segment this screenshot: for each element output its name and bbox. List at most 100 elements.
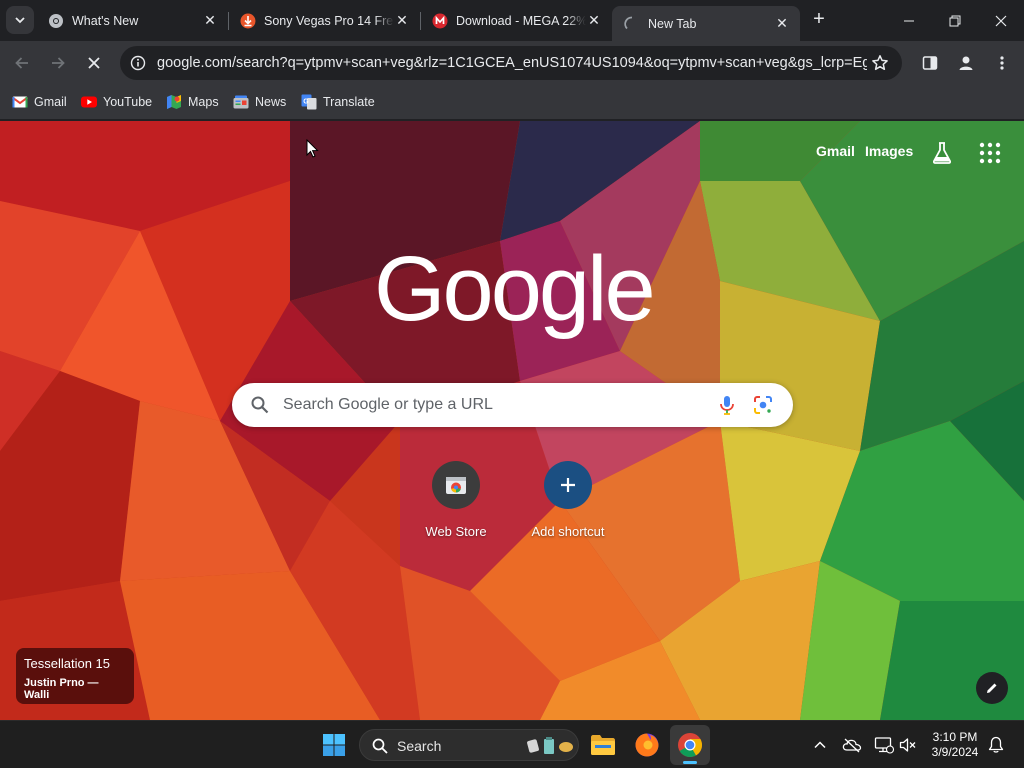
translate-icon: G	[301, 94, 317, 110]
start-button[interactable]	[314, 725, 354, 765]
tray-volume[interactable]	[896, 733, 920, 757]
tab-mega-download[interactable]: Download - MEGA 22% ✕	[420, 0, 612, 41]
bookmarks-bar: Gmail YouTube Maps News G Translate	[0, 85, 1024, 120]
google-logo: Google	[374, 238, 656, 340]
shortcut-web-store[interactable]: Web Store	[400, 461, 512, 551]
taskbar-chrome[interactable]	[670, 725, 710, 765]
network-icon	[874, 737, 894, 754]
taskbar-search-box[interactable]: Search	[359, 729, 579, 761]
taskbar-firefox[interactable]	[627, 725, 667, 765]
bookmark-youtube[interactable]: YouTube	[81, 92, 152, 112]
labs-flask-icon[interactable]	[930, 141, 954, 165]
minimize-button[interactable]	[886, 0, 932, 41]
windows-logo-icon	[323, 734, 345, 756]
address-bar[interactable]: google.com/search?q=ytpmv+scan+veg&rlz=1…	[120, 46, 902, 80]
restore-button[interactable]	[932, 0, 978, 41]
close-icon	[88, 57, 100, 69]
bookmark-news[interactable]: News	[233, 92, 286, 112]
search-icon	[372, 738, 388, 754]
shortcut-add[interactable]: Add shortcut	[512, 461, 624, 551]
pencil-icon	[987, 683, 997, 693]
tray-onedrive[interactable]	[840, 733, 864, 757]
bookmark-translate[interactable]: G Translate	[301, 92, 375, 112]
loading-spinner-icon	[624, 16, 640, 32]
browser-toolbar: google.com/search?q=ytpmv+scan+veg&rlz=1…	[0, 41, 1024, 85]
attribution-title: Tessellation 15	[24, 656, 110, 671]
tray-overflow-button[interactable]	[808, 733, 832, 757]
customize-chrome-button[interactable]	[976, 672, 1008, 704]
ntp-search-box[interactable]	[232, 383, 793, 427]
side-panel-button[interactable]	[916, 49, 944, 77]
gmail-icon	[12, 94, 28, 110]
search-icon	[250, 395, 270, 415]
chevron-up-icon	[814, 741, 826, 749]
arrow-left-icon	[15, 57, 28, 69]
forward-button[interactable]	[44, 49, 72, 77]
tab-strip: What's New ✕ Sony Vegas Pro 14 Free ✕ Do…	[0, 0, 1024, 41]
side-panel-icon	[922, 56, 938, 70]
bookmark-gmail[interactable]: Gmail	[12, 92, 67, 112]
site-info-icon[interactable]	[128, 53, 148, 73]
new-tab-button[interactable]: +	[806, 7, 832, 33]
download-site-icon	[240, 13, 256, 29]
tab-sony-vegas[interactable]: Sony Vegas Pro 14 Free ✕	[228, 0, 420, 41]
background-attribution[interactable]: Tessellation 15 Justin Prno — Walli	[16, 648, 134, 704]
close-icon[interactable]: ✕	[202, 12, 218, 28]
google-lens-icon[interactable]	[752, 394, 774, 416]
arrow-right-icon	[52, 57, 65, 69]
tray-network[interactable]	[872, 733, 896, 757]
tab-title: What's New	[72, 13, 139, 28]
tab-title: Download - MEGA 22%	[456, 13, 586, 28]
minimize-icon	[904, 20, 914, 21]
bookmark-label: Gmail	[34, 95, 67, 109]
bookmark-star-icon[interactable]	[870, 53, 890, 73]
bookmark-label: News	[255, 95, 287, 109]
firefox-icon	[635, 733, 659, 757]
microphone-icon[interactable]	[716, 394, 738, 416]
tab-search-button[interactable]	[6, 6, 34, 34]
mouse-cursor	[306, 138, 320, 159]
address-bar-url[interactable]: google.com/search?q=ytpmv+scan+veg&rlz=1…	[157, 55, 867, 71]
mega-icon	[432, 13, 448, 29]
clock-date: 3/9/2024	[931, 745, 979, 759]
chrome-icon	[678, 733, 703, 758]
svg-text:G: G	[303, 99, 309, 106]
notifications-button[interactable]	[984, 733, 1008, 757]
close-icon[interactable]: ✕	[394, 12, 410, 28]
chrome-icon	[48, 13, 64, 29]
profile-icon	[959, 56, 973, 70]
maps-icon	[166, 94, 182, 110]
windows-taskbar: Search 3:10 PM 3/9/2024	[0, 720, 1024, 768]
shortcut-label: Web Store	[425, 524, 487, 539]
close-icon[interactable]: ✕	[774, 15, 790, 31]
search-input[interactable]	[283, 393, 703, 417]
shortcut-label: Add shortcut	[531, 524, 605, 539]
close-icon[interactable]: ✕	[586, 12, 602, 28]
tab-title: New Tab	[648, 16, 697, 31]
profile-button[interactable]	[952, 49, 980, 77]
close-icon	[995, 15, 1007, 26]
youtube-icon	[81, 94, 97, 110]
google-apps-icon[interactable]	[979, 142, 1001, 164]
tab-whats-new[interactable]: What's New ✕	[36, 0, 228, 41]
tab-title: Sony Vegas Pro 14 Free	[264, 13, 394, 28]
taskbar-clock[interactable]: 3:10 PM 3/9/2024	[922, 730, 988, 760]
back-button[interactable]	[8, 49, 36, 77]
chrome-menu-button[interactable]	[988, 49, 1016, 77]
bookmark-label: YouTube	[103, 95, 153, 109]
chevron-down-icon	[15, 17, 25, 24]
restore-icon	[949, 15, 961, 26]
cloud-off-icon	[842, 738, 862, 753]
taskbar-file-explorer[interactable]	[583, 725, 623, 765]
web-store-icon	[432, 461, 480, 509]
images-link[interactable]: Images	[865, 143, 913, 159]
stop-loading-button[interactable]	[80, 49, 108, 77]
folder-icon	[591, 735, 615, 755]
clock-time: 3:10 PM	[932, 730, 978, 744]
bell-icon	[988, 736, 1004, 753]
search-highlight-icon	[526, 734, 576, 758]
tab-new-tab[interactable]: New Tab ✕	[612, 6, 800, 41]
bookmark-maps[interactable]: Maps	[166, 92, 219, 112]
gmail-link[interactable]: Gmail	[816, 143, 855, 159]
close-window-button[interactable]	[978, 0, 1024, 41]
